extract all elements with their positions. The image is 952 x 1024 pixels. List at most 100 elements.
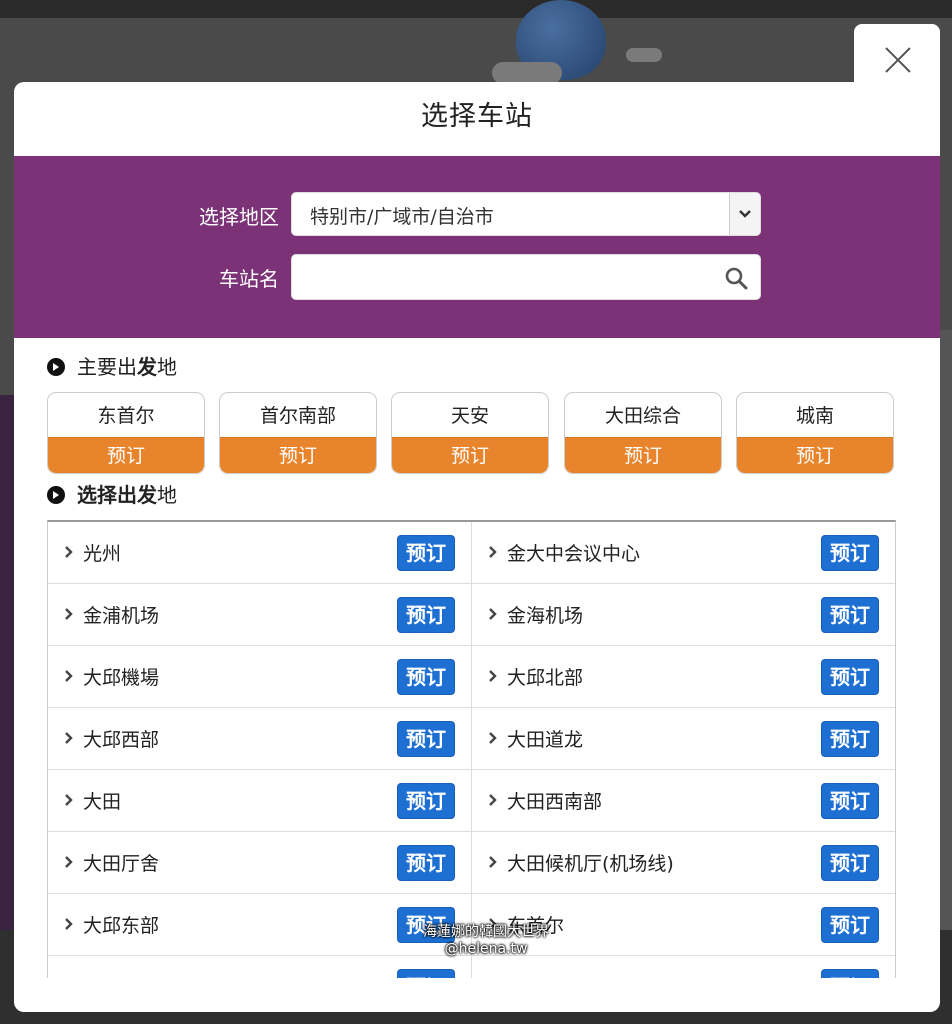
chevron-right-icon-wrap — [488, 854, 498, 873]
chevron-right-icon-wrap — [64, 544, 74, 563]
cloud-illustration — [492, 62, 562, 84]
station-name: 光州 — [83, 543, 122, 565]
station-book-button[interactable]: 预订 — [397, 845, 455, 881]
main-departure-name: 城南 — [795, 405, 834, 427]
region-select-value: 特别市/广域市/自治市 — [310, 206, 494, 228]
station-name: 釜山东莱 — [83, 973, 159, 978]
station-item[interactable]: 大田厅舍 预订 — [48, 832, 471, 893]
chevron-right-icon — [65, 670, 73, 682]
station-name-label: 车站名 — [219, 267, 279, 291]
chevron-right-icon — [489, 546, 497, 558]
station-item[interactable]: 大邱機場 预订 — [48, 646, 471, 707]
station-item[interactable]: 釜山东莱 预订 — [48, 956, 471, 978]
station-book-button[interactable]: 预订 — [397, 597, 455, 633]
chevron-right-icon-wrap — [64, 854, 74, 873]
main-departure-book-button[interactable]: 预订 — [392, 437, 548, 473]
chevron-right-icon-wrap — [488, 792, 498, 811]
heading-text: 地 — [157, 355, 177, 379]
station-item[interactable]: 金海机场 预订 — [471, 584, 895, 645]
main-departure-name: 东首尔 — [97, 405, 155, 427]
heading-text: 地 — [157, 483, 177, 507]
station-item[interactable]: 金浦机场 预订 — [48, 584, 471, 645]
station-book-button[interactable]: 预订 — [397, 783, 455, 819]
station-name: 金浦机场 — [83, 605, 160, 627]
table-row: 大田 预订 大田西南部 预订 — [48, 770, 895, 832]
heading-text-bold: 发 — [137, 355, 157, 379]
chevron-right-icon — [489, 670, 497, 682]
region-label: 选择地区 — [199, 205, 279, 229]
chevron-right-icon — [65, 794, 73, 806]
chevron-right-icon-wrap — [488, 606, 498, 625]
main-departure-card[interactable]: 首尔南部 预订 — [219, 392, 377, 474]
station-item[interactable]: 大田西南部 预订 — [471, 770, 895, 831]
station-book-button[interactable]: 预订 — [397, 969, 455, 978]
main-departure-name: 天安 — [450, 405, 489, 427]
station-book-button[interactable]: 预订 — [397, 721, 455, 757]
main-departure-book-button[interactable]: 预订 — [220, 437, 376, 473]
station-book-button[interactable]: 预订 — [397, 535, 455, 571]
station-item[interactable]: 釜山东部 预订 — [471, 956, 895, 978]
station-name: 大邱西部 — [83, 729, 160, 751]
station-item[interactable]: 大田候机厅(机场线) 预订 — [471, 832, 895, 893]
chevron-right-icon-wrap — [64, 668, 74, 687]
station-name: 大邱东部 — [83, 915, 160, 937]
station-item[interactable]: 大邱西部 预订 — [48, 708, 471, 769]
chevron-right-icon — [65, 918, 73, 930]
chevron-right-icon-wrap — [64, 606, 74, 625]
chevron-right-icon-wrap — [64, 730, 74, 749]
table-row: 釜山东莱 预订 釜山东部 预订 — [48, 956, 895, 978]
station-book-button[interactable]: 预订 — [821, 535, 879, 571]
chevron-right-icon-wrap — [488, 730, 498, 749]
chevron-right-icon — [65, 546, 73, 558]
station-item[interactable]: 金大中会议中心 预订 — [471, 522, 895, 583]
station-book-button[interactable]: 预订 — [821, 659, 879, 695]
chevron-down-icon — [739, 210, 751, 218]
background-topbar — [0, 0, 952, 18]
station-search-input[interactable] — [304, 263, 708, 293]
station-book-button[interactable]: 预订 — [821, 721, 879, 757]
station-name: 大邱北部 — [507, 667, 584, 689]
region-select[interactable]: 特别市/广域市/自治市 — [291, 192, 761, 236]
main-departure-card[interactable]: 东首尔 预订 — [47, 392, 205, 474]
station-search-box[interactable] — [291, 254, 761, 300]
station-name: 釜山东部 — [507, 973, 583, 978]
station-book-button[interactable]: 预订 — [821, 783, 879, 819]
station-book-button[interactable]: 预订 — [821, 969, 879, 978]
main-departure-book-button[interactable]: 预订 — [565, 437, 721, 473]
chevron-right-icon-wrap — [64, 916, 74, 935]
watermark-line: 海蓮娜的韓國大世界 — [423, 924, 549, 940]
search-icon[interactable] — [724, 266, 748, 290]
table-row: 大邱機場 预订 大邱北部 预订 — [48, 646, 895, 708]
region-select-toggle[interactable] — [729, 193, 760, 235]
main-departure-card[interactable]: 天安 预订 — [391, 392, 549, 474]
chevron-right-icon-wrap — [488, 544, 498, 563]
chevron-right-icon — [489, 732, 497, 744]
station-name: 大田 — [83, 791, 122, 813]
main-departures-list: 东首尔 预订 首尔南部 预订 天安 预订 大田综合 预订 城南 预订 — [47, 392, 909, 476]
station-item[interactable]: 大邱北部 预订 — [471, 646, 895, 707]
filter-panel: 选择地区 特别市/广域市/自治市 车站名 — [14, 156, 940, 338]
station-book-button[interactable]: 预订 — [821, 597, 879, 633]
station-list[interactable]: 光州 预订 金大中会议中心 预订 金浦机场 预订 金海机场 预订 大邱機場 预订 大邱北部 预订 大邱西… — [47, 520, 896, 978]
main-departure-card[interactable]: 城南 预订 — [736, 392, 894, 474]
main-departure-book-button[interactable]: 预订 — [48, 437, 204, 473]
chevron-right-icon — [489, 608, 497, 620]
main-departure-card[interactable]: 大田综合 预订 — [564, 392, 722, 474]
station-name: 大田西南部 — [507, 791, 603, 813]
station-item[interactable]: 大田道龙 预订 — [471, 708, 895, 769]
chevron-right-icon — [489, 794, 497, 806]
station-name: 大田道龙 — [507, 729, 584, 751]
circle-arrow-icon — [47, 358, 65, 376]
station-item[interactable]: 大田 预订 — [48, 770, 471, 831]
main-departure-book-button[interactable]: 预订 — [737, 437, 893, 473]
station-book-button[interactable]: 预订 — [397, 659, 455, 695]
close-icon — [885, 47, 911, 73]
heading-text-bold: 发 — [137, 483, 157, 507]
station-book-button[interactable]: 预订 — [821, 907, 879, 943]
heading-text: 主要出 — [77, 355, 137, 379]
chevron-right-icon — [65, 608, 73, 620]
circle-arrow-icon — [47, 486, 65, 504]
station-book-button[interactable]: 预订 — [821, 845, 879, 881]
station-item[interactable]: 光州 预订 — [48, 522, 471, 583]
main-departures-heading: 主要出发地 — [47, 352, 177, 382]
